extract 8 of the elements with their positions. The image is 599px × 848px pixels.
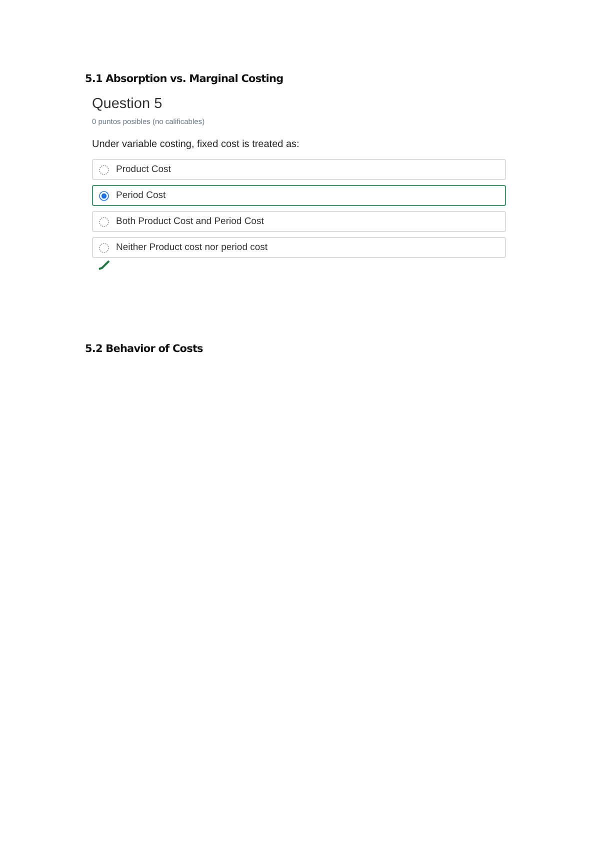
question-prompt: Under variable costing, fixed cost is treated as: bbox=[92, 138, 300, 151]
answer-option[interactable]: Both Product Cost and Period Cost bbox=[92, 211, 506, 232]
section-heading: 5.2 Behavior of Costs bbox=[85, 342, 204, 356]
answer-option[interactable]: Product Cost bbox=[92, 159, 506, 180]
answer-option[interactable]: Period Cost bbox=[92, 185, 506, 206]
answer-option[interactable]: Neither Product cost nor period cost bbox=[92, 237, 506, 258]
section-heading: 5.1 Absorption vs. Marginal Costing bbox=[85, 72, 284, 86]
question-title: Question 5 bbox=[92, 95, 164, 113]
